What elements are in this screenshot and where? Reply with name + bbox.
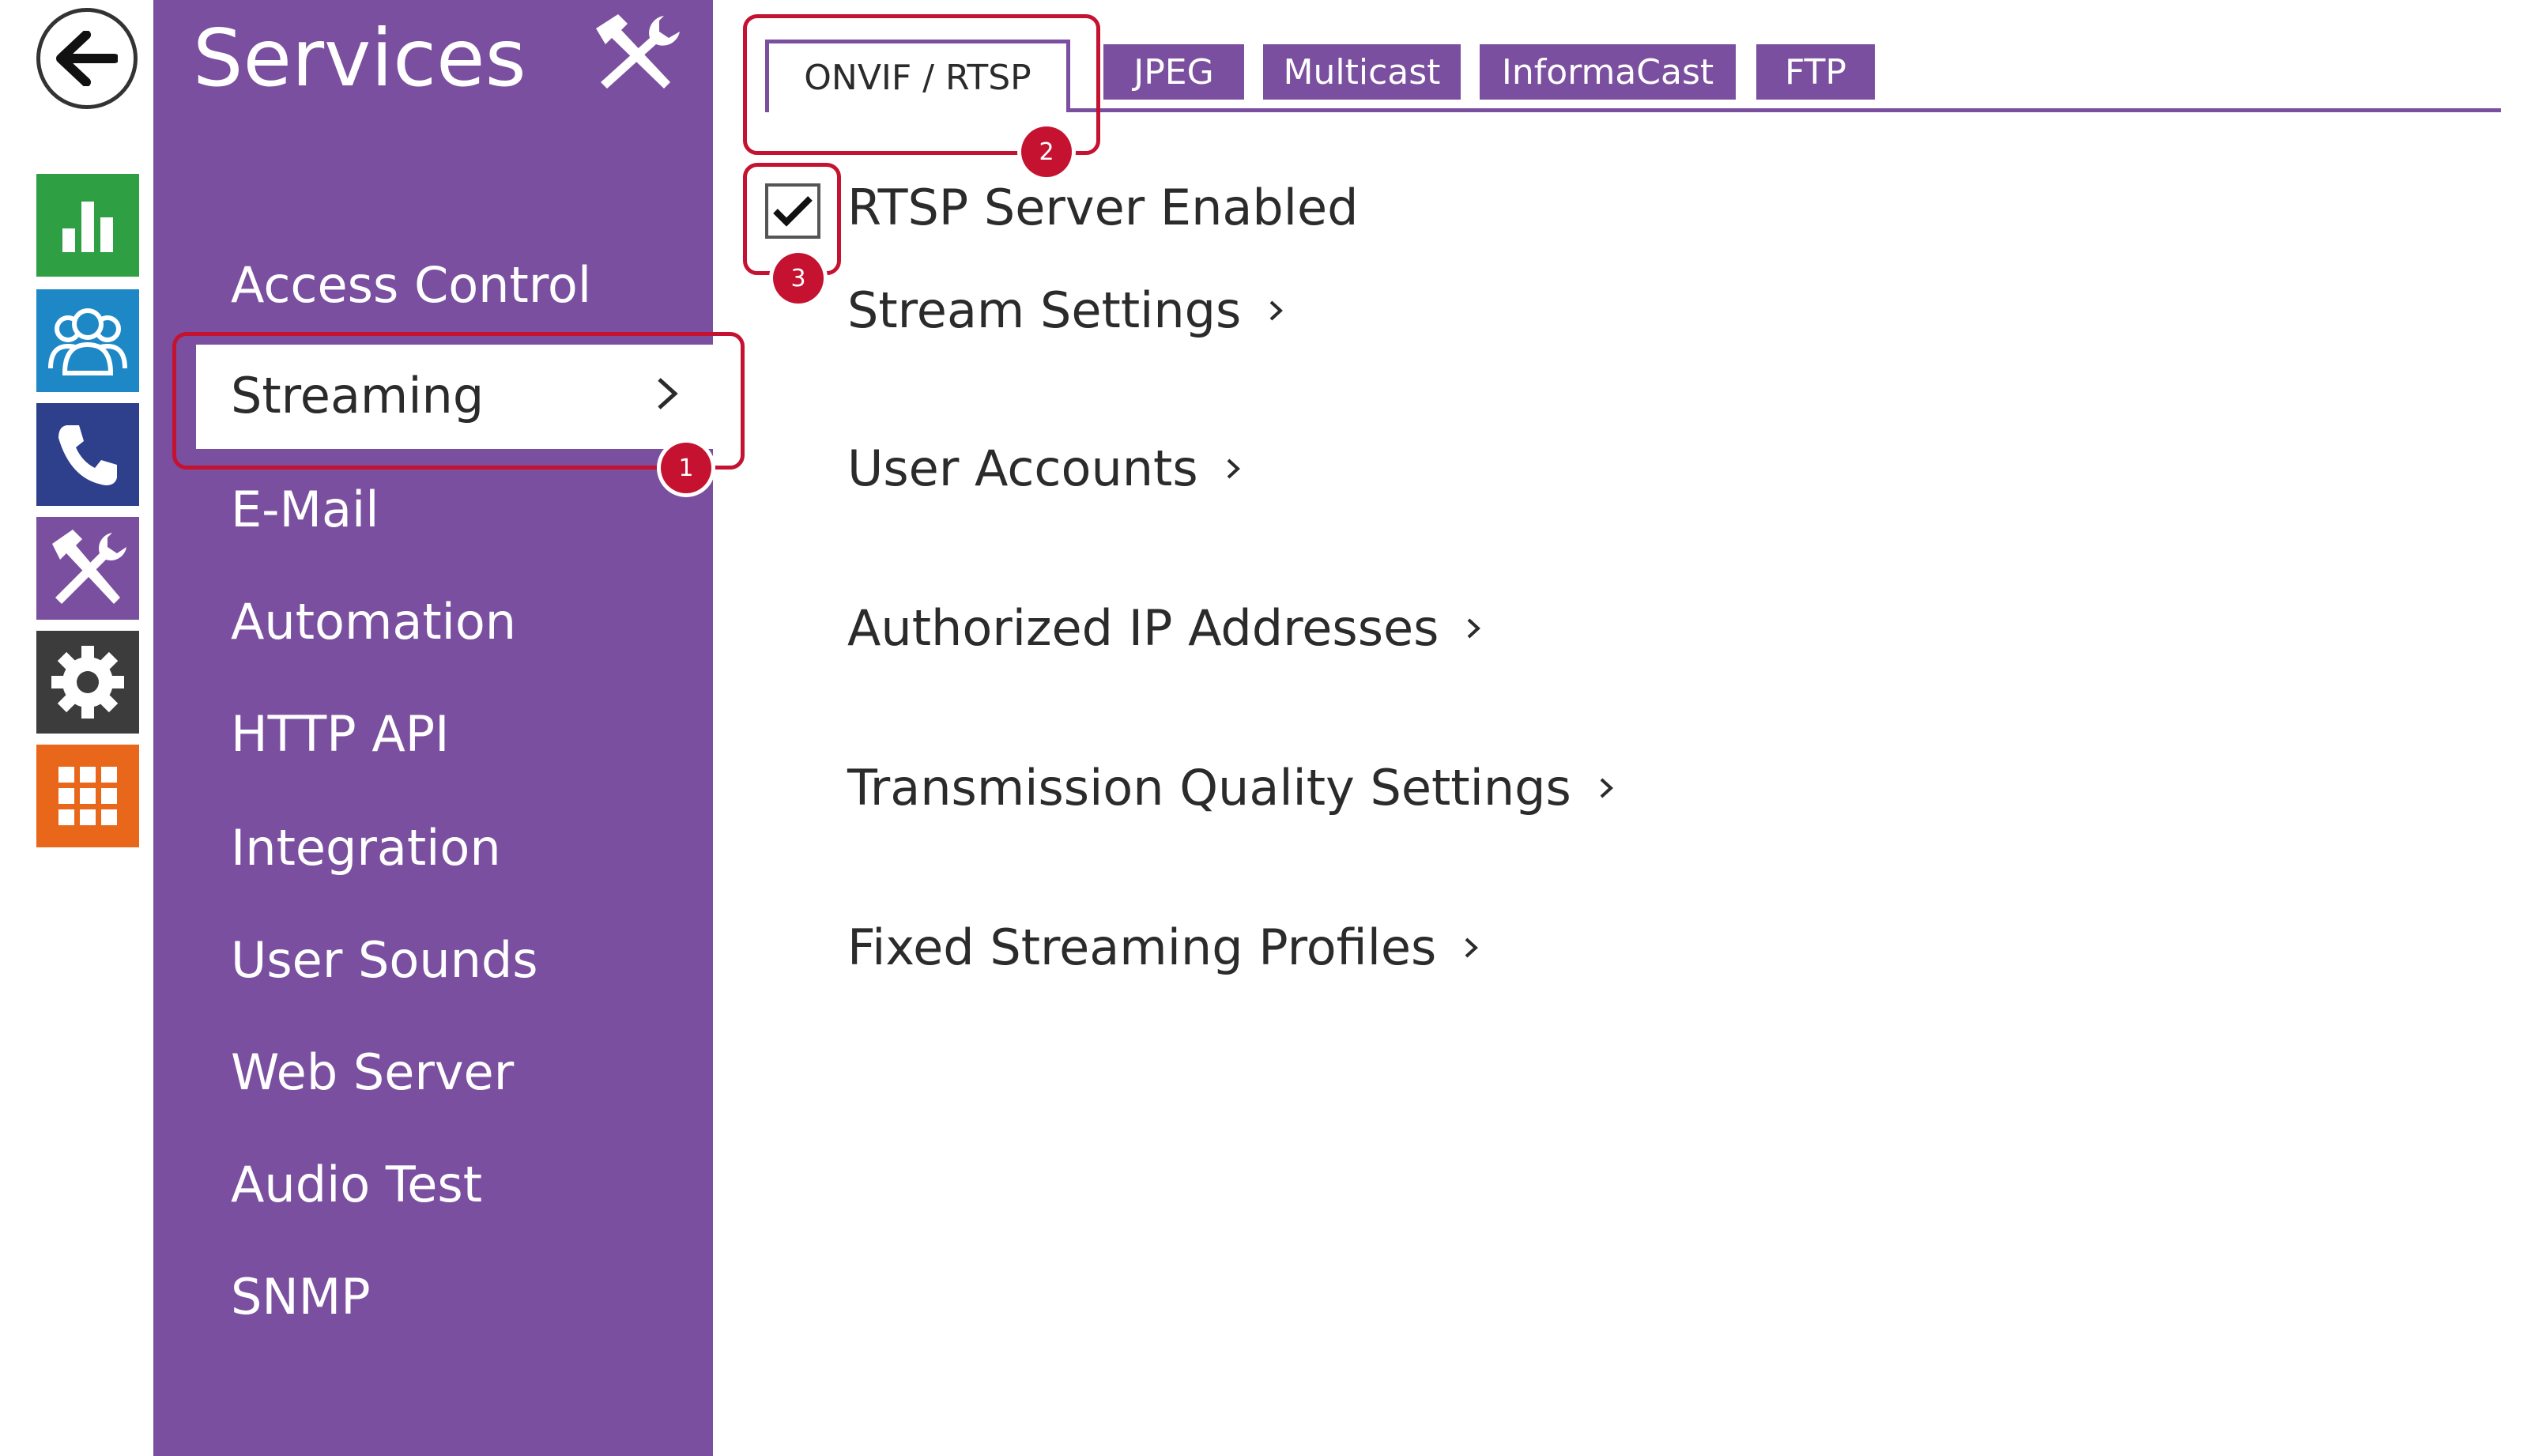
menu-item-integration[interactable]: Integration	[231, 824, 501, 873]
menu-item-web-server[interactable]: Web Server	[231, 1048, 514, 1097]
page-title: Services	[193, 12, 526, 104]
link-transmission-quality-settings[interactable]: Transmission Quality Settings	[847, 759, 1614, 817]
gear-icon	[51, 646, 124, 719]
tools-icon	[52, 530, 126, 604]
link-fixed-streaming-profiles[interactable]: Fixed Streaming Profiles	[847, 918, 1479, 977]
link-label: Stream Settings	[847, 281, 1242, 339]
tab-informacast[interactable]: InformaCast	[1480, 44, 1736, 100]
tab-ftp[interactable]: FTP	[1756, 44, 1875, 100]
users-icon	[48, 308, 127, 375]
services-sidebar: Services Access Control Streaming E-Mail…	[153, 0, 719, 1456]
rtsp-enabled-label: RTSP Server Enabled	[847, 179, 1359, 236]
link-label: User Accounts	[847, 439, 1198, 497]
link-user-accounts[interactable]: User Accounts	[847, 439, 1241, 498]
menu-item-snmp[interactable]: SNMP	[231, 1273, 371, 1322]
menu-item-http-api[interactable]: HTTP API	[231, 710, 449, 759]
status-tile[interactable]	[36, 174, 139, 277]
callout-frame-1	[172, 332, 745, 470]
link-label: Transmission Quality Settings	[847, 759, 1571, 817]
apps-tile[interactable]	[36, 745, 139, 847]
directory-tile[interactable]	[36, 289, 139, 392]
menu-item-audio-test[interactable]: Audio Test	[231, 1160, 482, 1209]
callout-badge-3: 3	[773, 253, 824, 304]
menu-item-email[interactable]: E-Mail	[231, 485, 379, 534]
arrow-left-icon	[56, 31, 118, 86]
menu-item-automation[interactable]: Automation	[231, 598, 516, 647]
link-authorized-ip-addresses[interactable]: Authorized IP Addresses	[847, 599, 1481, 658]
tab-jpeg[interactable]: JPEG	[1103, 44, 1244, 100]
settings-tile[interactable]	[36, 631, 139, 734]
back-button[interactable]	[36, 8, 138, 109]
grid-icon	[58, 767, 117, 825]
callout-badge-2: 2	[1021, 126, 1072, 177]
bar-chart-icon	[62, 202, 113, 252]
tab-multicast[interactable]: Multicast	[1263, 44, 1461, 100]
callout-badge-1: 1	[661, 443, 711, 493]
calls-tile[interactable]	[36, 403, 139, 506]
icon-rail	[0, 0, 153, 1456]
link-label: Fixed Streaming Profiles	[847, 918, 1437, 976]
chevron-right-icon	[1468, 618, 1481, 639]
chevron-right-icon	[1269, 300, 1284, 321]
menu-item-user-sounds[interactable]: User Sounds	[231, 936, 538, 985]
link-label: Authorized IP Addresses	[847, 599, 1439, 657]
services-tile[interactable]	[36, 517, 139, 620]
chevron-right-icon	[1227, 458, 1240, 479]
phone-icon	[58, 425, 117, 485]
chevron-right-icon	[1600, 778, 1613, 798]
menu-item-access-control[interactable]: Access Control	[231, 261, 591, 310]
chevron-right-icon	[1465, 937, 1479, 958]
link-stream-settings[interactable]: Stream Settings	[847, 281, 1284, 340]
tools-icon	[596, 14, 680, 89]
